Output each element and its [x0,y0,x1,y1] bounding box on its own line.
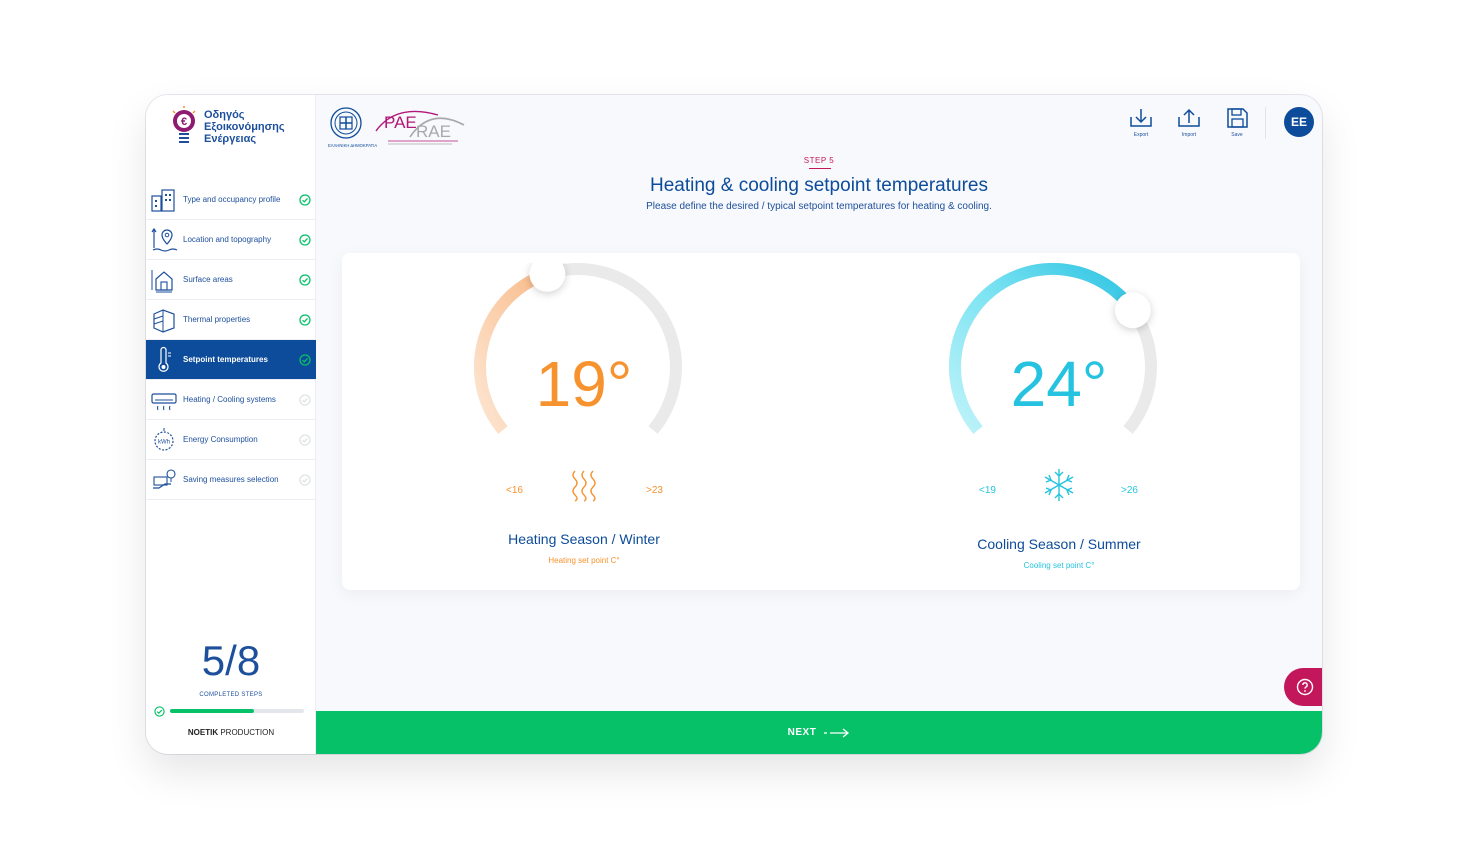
cooling-dial: 24° <19 >26 Cooling Season / Summer Cool… [949,263,1169,583]
export-label: Export [1133,132,1149,138]
save-label: Save [1231,132,1243,138]
app-window: € Οδηγός Εξοικονόμησης Ενέργειας Type an… [146,95,1322,754]
progress-bar-fill [170,709,254,713]
arrow-right-icon [824,727,850,738]
download-icon [1130,109,1152,127]
step-underline [809,168,831,169]
heating-season-subtitle: Heating set point C° [548,556,620,565]
sidebar-item-saving-measures[interactable]: Saving measures selection [146,460,316,500]
sidebar-item-energy[interactable]: kWh Energy Consumption [146,420,316,460]
setpoint-card: 19° <16 >23 Heating Season / Winter Heat… [342,253,1300,590]
pending-circle-icon [299,393,311,406]
completed-steps-caption: COMPLETED STEPS [199,692,263,698]
hellenic-republic-emblem-icon [330,107,362,139]
cooling-season-subtitle: Cooling set point C° [1023,561,1095,570]
import-button[interactable]: Import [1176,107,1202,138]
sidebar-item-label: Surface areas [183,275,233,284]
next-button[interactable]: NEXT [316,711,1322,754]
heating-value: 19° [535,348,633,420]
rae-greek-label: ΡΑΕ [384,113,417,132]
floppy-disk-icon [1227,108,1248,128]
sidebar-item-label: Thermal properties [183,315,251,324]
sidebar-item-label: Saving measures selection [183,475,279,484]
rae-latin-label: RAE [416,122,451,141]
heating-season-title: Heating Season / Winter [508,531,660,547]
heating-knob[interactable] [529,263,566,292]
page-title: Heating & cooling setpoint temperatures [650,175,988,196]
check-circle-icon [299,193,311,206]
sidebar-item-thermal[interactable]: Thermal properties [146,300,316,340]
brand-line-1: Οδηγός [204,109,245,121]
location-pin-icon [151,227,178,252]
rae-logo-icon: ΡΑΕ RAE [375,110,465,145]
thermometer-icon [158,346,171,372]
svg-text:kWh: kWh [158,439,170,445]
sidebar: € Οδηγός Εξοικονόμησης Ενέργειας Type an… [146,95,316,754]
partner-logos: ΕΛΛΗΝΙΚΗ ΔΗΜΟΚΡΑΤΙΑ ΡΑΕ RAE [328,107,465,148]
check-circle-icon [299,233,311,246]
heating-max-label: >23 [646,485,663,496]
sidebar-item-label: Location and topography [183,235,272,244]
sidebar-item-surface-areas[interactable]: Surface areas [146,260,316,300]
sidebar-item-type-occupancy[interactable]: Type and occupancy profile [146,180,316,220]
next-label: NEXT [787,727,817,738]
house-area-icon [151,269,173,292]
credit-rest: PRODUCTION [218,728,275,737]
sidebar-item-location[interactable]: Location and topography [146,220,316,260]
upload-icon [1178,108,1200,127]
saving-measures-icon [153,468,176,489]
check-circle-icon [299,273,311,286]
heat-waves-icon [572,470,596,502]
pending-circle-icon [299,473,311,486]
step-indicator: STEP 5 [803,156,835,165]
cooling-min-label: <19 [979,485,996,496]
export-button[interactable]: Export [1128,107,1154,138]
lightbulb-euro-icon: € [172,106,196,143]
sidebar-item-label: Energy Consumption [183,435,258,444]
import-label: Import [1181,132,1197,138]
heating-min-label: <16 [506,485,523,496]
brand-name: Οδηγός Εξοικονόμησης Ενέργειας [204,109,285,145]
sidebar-item-label: Type and occupancy profile [183,195,281,204]
progress-bar [170,709,304,713]
hellenic-republic-label: ΕΛΛΗΝΙΚΗ ΔΗΜΟΚΡΑΤΙΑ [328,143,377,148]
sidebar-item-setpoint[interactable]: Setpoint temperatures [146,340,316,380]
sidebar-item-label: Heating / Cooling systems [183,395,276,404]
brand-line-3: Ενέργειας [204,133,257,145]
completed-steps-count: 5/8 [201,637,261,684]
user-avatar[interactable]: EE [1284,107,1314,137]
save-button[interactable]: Save [1224,107,1250,138]
check-circle-icon [299,313,311,326]
main-content: ΕΛΛΗΝΙΚΗ ΔΗΜΟΚΡΑΤΙΑ ΡΑΕ RAE Export Impor… [316,95,1322,754]
page-subtitle: Please define the desired / typical setp… [646,201,992,212]
app-logo[interactable]: € Οδηγός Εξοικονόμησης Ενέργειας [170,105,310,165]
cooling-value: 24° [1010,348,1108,420]
air-conditioner-icon [151,392,177,410]
svg-text:€: € [181,116,187,128]
heating-dial: 19° <16 >23 Heating Season / Winter Heat… [474,263,694,583]
toolbar: Export Import Save [1128,107,1250,138]
cooling-max-label: >26 [1121,485,1138,496]
sidebar-item-heating-cooling[interactable]: Heating / Cooling systems [146,380,316,420]
production-credit: NOETIK PRODUCTION [146,728,316,737]
buildings-icon [151,188,175,212]
credit-bold: NOETIK [187,728,219,737]
steps-nav: Type and occupancy profile Location and … [146,180,316,500]
pending-circle-icon [299,433,311,446]
check-circle-icon [299,353,311,366]
snowflake-icon [1044,469,1074,501]
question-icon [1296,678,1314,696]
check-circle-icon [154,706,165,717]
wall-layers-icon [153,308,175,333]
kwh-meter-icon: kWh [154,427,174,451]
brand-line-2: Εξοικονόμησης [204,121,285,133]
cooling-season-title: Cooling Season / Summer [977,536,1141,552]
help-button[interactable] [1284,668,1322,706]
sidebar-item-label: Setpoint temperatures [183,355,268,364]
toolbar-divider [1265,107,1266,139]
cooling-knob[interactable] [1114,292,1151,329]
